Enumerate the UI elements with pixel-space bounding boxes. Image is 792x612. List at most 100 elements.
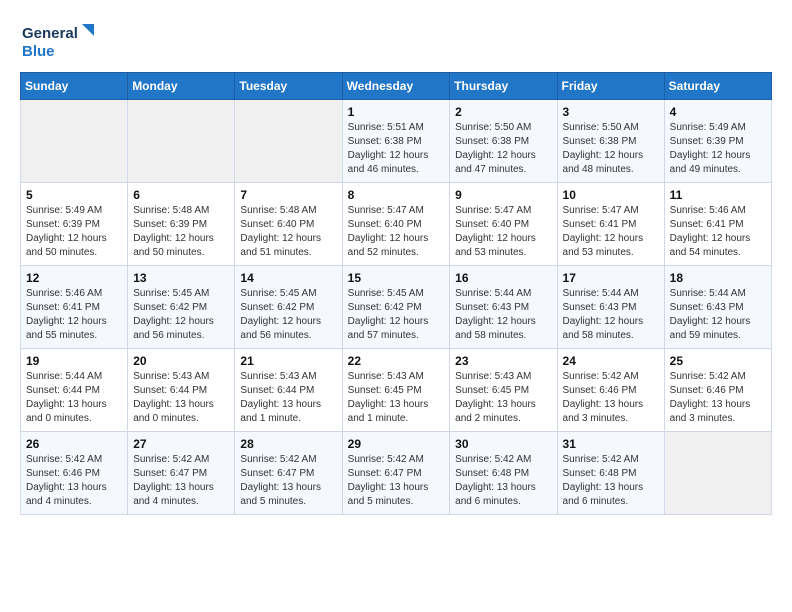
day-info: Sunrise: 5:45 AM Sunset: 6:42 PM Dayligh… — [348, 287, 445, 343]
calendar-cell: 2 Sunrise: 5:50 AM Sunset: 6:38 PM Daylig… — [450, 100, 557, 183]
calendar-cell: 17 Sunrise: 5:44 AM Sunset: 6:43 PM Dayli… — [557, 266, 664, 349]
day-info: Sunrise: 5:42 AM Sunset: 6:46 PM Dayligh… — [670, 370, 766, 426]
calendar-cell: 5 Sunrise: 5:49 AM Sunset: 6:39 PM Daylig… — [21, 183, 128, 266]
day-info: Sunrise: 5:50 AM Sunset: 6:38 PM Dayligh… — [455, 121, 551, 177]
calendar-cell: 25 Sunrise: 5:42 AM Sunset: 6:46 PM Dayli… — [664, 349, 771, 432]
calendar-cell: 3Sunrise: 5:50 AM Sunset: 6:38 PM Daylig… — [557, 100, 664, 183]
day-number: 31 — [563, 437, 659, 451]
day-info: Sunrise: 5:49 AM Sunset: 6:39 PM Dayligh… — [670, 121, 766, 177]
calendar-cell: 27 Sunrise: 5:42 AM Sunset: 6:47 PM Dayli… — [128, 432, 235, 515]
calendar-cell — [664, 432, 771, 515]
day-info: Sunrise: 5:48 AM Sunset: 6:39 PM Dayligh… — [133, 204, 229, 260]
calendar-cell: 16 Sunrise: 5:44 AM Sunset: 6:43 PM Dayli… — [450, 266, 557, 349]
day-info: Sunrise: 5:49 AM Sunset: 6:39 PM Dayligh… — [26, 204, 122, 260]
day-number: 12 — [26, 271, 122, 285]
day-info: Sunrise: 5:47 AM Sunset: 6:40 PM Dayligh… — [348, 204, 445, 260]
day-number: 21 — [240, 354, 336, 368]
day-info: Sunrise: 5:43 AM Sunset: 6:44 PM Dayligh… — [240, 370, 336, 426]
calendar-cell: 18 Sunrise: 5:44 AM Sunset: 6:43 PM Dayli… — [664, 266, 771, 349]
day-number: 5 — [26, 188, 122, 202]
day-number: 7 — [240, 188, 336, 202]
day-number: 15 — [348, 271, 445, 285]
calendar-cell: 13 Sunrise: 5:45 AM Sunset: 6:42 PM Dayli… — [128, 266, 235, 349]
weekday-header: Sunday — [21, 73, 128, 100]
calendar-cell: 10 Sunrise: 5:47 AM Sunset: 6:41 PM Dayli… — [557, 183, 664, 266]
day-info: Sunrise: 5:44 AM Sunset: 6:44 PM Dayligh… — [26, 370, 122, 426]
day-info: Sunrise: 5:44 AM Sunset: 6:43 PM Dayligh… — [455, 287, 551, 343]
calendar-cell: 23Sunrise: 5:43 AM Sunset: 6:45 PM Dayli… — [450, 349, 557, 432]
day-number: 11 — [670, 188, 766, 202]
day-number: 20 — [133, 354, 229, 368]
day-number: 13 — [133, 271, 229, 285]
calendar-cell: 11Sunrise: 5:46 AM Sunset: 6:41 PM Dayli… — [664, 183, 771, 266]
day-info: Sunrise: 5:42 AM Sunset: 6:47 PM Dayligh… — [348, 453, 445, 509]
day-info: Sunrise: 5:47 AM Sunset: 6:41 PM Dayligh… — [563, 204, 659, 260]
calendar-cell — [128, 100, 235, 183]
day-number: 22 — [348, 354, 445, 368]
calendar-cell: 20 Sunrise: 5:43 AM Sunset: 6:44 PM Dayli… — [128, 349, 235, 432]
calendar-week-row: 19 Sunrise: 5:44 AM Sunset: 6:44 PM Dayli… — [21, 349, 772, 432]
calendar-cell: 19 Sunrise: 5:44 AM Sunset: 6:44 PM Dayli… — [21, 349, 128, 432]
day-number: 19 — [26, 354, 122, 368]
calendar-cell: 31 Sunrise: 5:42 AM Sunset: 6:48 PM Dayli… — [557, 432, 664, 515]
day-info: Sunrise: 5:42 AM Sunset: 6:46 PM Dayligh… — [26, 453, 122, 509]
day-info: Sunrise: 5:45 AM Sunset: 6:42 PM Dayligh… — [240, 287, 336, 343]
weekday-header: Wednesday — [342, 73, 450, 100]
day-number: 18 — [670, 271, 766, 285]
calendar-cell: 1 Sunrise: 5:51 AM Sunset: 6:38 PM Daylig… — [342, 100, 450, 183]
day-number: 8 — [348, 188, 445, 202]
logo: General Blue — [20, 20, 100, 62]
day-info: Sunrise: 5:43 AM Sunset: 6:44 PM Dayligh… — [133, 370, 229, 426]
page-header: General Blue — [20, 20, 772, 62]
calendar-cell: 26Sunrise: 5:42 AM Sunset: 6:46 PM Dayli… — [21, 432, 128, 515]
calendar-cell: 6 Sunrise: 5:48 AM Sunset: 6:39 PM Daylig… — [128, 183, 235, 266]
calendar-header-row: SundayMondayTuesdayWednesdayThursdayFrid… — [21, 73, 772, 100]
calendar-cell: 30Sunrise: 5:42 AM Sunset: 6:48 PM Dayli… — [450, 432, 557, 515]
day-number: 10 — [563, 188, 659, 202]
calendar-week-row: 12 Sunrise: 5:46 AM Sunset: 6:41 PM Dayli… — [21, 266, 772, 349]
day-number: 16 — [455, 271, 551, 285]
day-number: 29 — [348, 437, 445, 451]
calendar-table: SundayMondayTuesdayWednesdayThursdayFrid… — [20, 72, 772, 515]
day-info: Sunrise: 5:42 AM Sunset: 6:48 PM Dayligh… — [563, 453, 659, 509]
calendar-cell: 24 Sunrise: 5:42 AM Sunset: 6:46 PM Dayli… — [557, 349, 664, 432]
calendar-cell: 9 Sunrise: 5:47 AM Sunset: 6:40 PM Daylig… — [450, 183, 557, 266]
calendar-cell: 7Sunrise: 5:48 AM Sunset: 6:40 PM Daylig… — [235, 183, 342, 266]
calendar-cell: 12 Sunrise: 5:46 AM Sunset: 6:41 PM Dayli… — [21, 266, 128, 349]
day-number: 27 — [133, 437, 229, 451]
day-number: 24 — [563, 354, 659, 368]
weekday-header: Saturday — [664, 73, 771, 100]
weekday-header: Monday — [128, 73, 235, 100]
day-number: 14 — [240, 271, 336, 285]
day-info: Sunrise: 5:42 AM Sunset: 6:46 PM Dayligh… — [563, 370, 659, 426]
calendar-cell: 29 Sunrise: 5:42 AM Sunset: 6:47 PM Dayli… — [342, 432, 450, 515]
weekday-header: Thursday — [450, 73, 557, 100]
day-info: Sunrise: 5:44 AM Sunset: 6:43 PM Dayligh… — [670, 287, 766, 343]
day-info: Sunrise: 5:42 AM Sunset: 6:47 PM Dayligh… — [240, 453, 336, 509]
day-number: 6 — [133, 188, 229, 202]
day-info: Sunrise: 5:42 AM Sunset: 6:47 PM Dayligh… — [133, 453, 229, 509]
day-number: 4 — [670, 105, 766, 119]
calendar-cell — [21, 100, 128, 183]
day-number: 2 — [455, 105, 551, 119]
weekday-header: Tuesday — [235, 73, 342, 100]
day-number: 25 — [670, 354, 766, 368]
day-number: 17 — [563, 271, 659, 285]
day-number: 28 — [240, 437, 336, 451]
day-info: Sunrise: 5:45 AM Sunset: 6:42 PM Dayligh… — [133, 287, 229, 343]
day-info: Sunrise: 5:42 AM Sunset: 6:48 PM Dayligh… — [455, 453, 551, 509]
calendar-cell: 15 Sunrise: 5:45 AM Sunset: 6:42 PM Dayli… — [342, 266, 450, 349]
calendar-cell: 14 Sunrise: 5:45 AM Sunset: 6:42 PM Dayli… — [235, 266, 342, 349]
logo-svg: General Blue — [20, 20, 100, 62]
day-info: Sunrise: 5:46 AM Sunset: 6:41 PM Dayligh… — [26, 287, 122, 343]
calendar-cell: 21 Sunrise: 5:43 AM Sunset: 6:44 PM Dayli… — [235, 349, 342, 432]
svg-text:Blue: Blue — [22, 43, 55, 60]
day-number: 1 — [348, 105, 445, 119]
svg-text:General: General — [22, 25, 78, 42]
day-info: Sunrise: 5:51 AM Sunset: 6:38 PM Dayligh… — [348, 121, 445, 177]
day-number: 9 — [455, 188, 551, 202]
calendar-cell — [235, 100, 342, 183]
calendar-week-row: 5 Sunrise: 5:49 AM Sunset: 6:39 PM Daylig… — [21, 183, 772, 266]
day-info: Sunrise: 5:44 AM Sunset: 6:43 PM Dayligh… — [563, 287, 659, 343]
day-info: Sunrise: 5:47 AM Sunset: 6:40 PM Dayligh… — [455, 204, 551, 260]
